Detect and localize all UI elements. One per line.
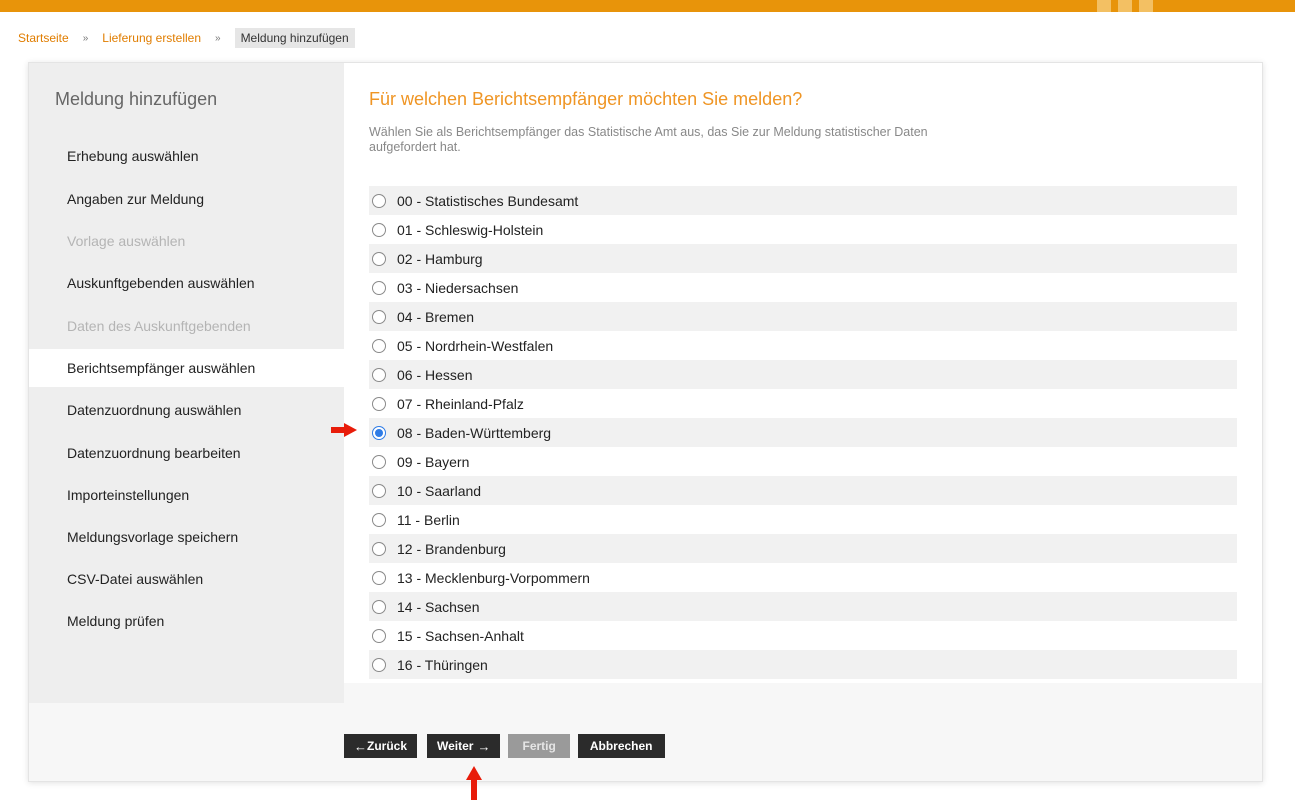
radio-button[interactable]: [372, 454, 386, 469]
sidebar-item-auskunftgebenden[interactable]: Auskunftgebenden auswählen: [29, 264, 344, 302]
radio-button[interactable]: [372, 570, 386, 585]
radio-option-04[interactable]: 04 - Bremen: [369, 302, 1237, 331]
radio-label: 16 - Thüringen: [397, 656, 488, 673]
radio-label: 00 - Statistisches Bundesamt: [397, 192, 579, 209]
radio-label: 03 - Niedersachsen: [397, 279, 519, 296]
radio-button[interactable]: [372, 280, 386, 295]
brand-bar-notch: [1139, 0, 1153, 12]
radio-label: 15 - Sachsen-Anhalt: [397, 627, 524, 644]
radio-option-16[interactable]: 16 - Thüringen: [369, 650, 1237, 679]
radio-button[interactable]: [372, 338, 386, 353]
radio-option-00[interactable]: 00 - Statistisches Bundesamt: [369, 186, 1237, 215]
radio-button[interactable]: [372, 193, 386, 208]
radio-option-02[interactable]: 02 - Hamburg: [369, 244, 1237, 273]
radio-button[interactable]: [372, 367, 386, 382]
page-title: Für welchen Berichtsempfänger möchten Si…: [369, 89, 803, 109]
back-button[interactable]: ← Zurück: [344, 734, 418, 758]
radio-option-06[interactable]: 06 - Hessen: [369, 360, 1237, 389]
radio-label: 10 - Saarland: [397, 482, 482, 499]
radio-label: 06 - Hessen: [397, 366, 473, 383]
radio-button[interactable]: [372, 483, 386, 498]
sidebar-item-daten-auskunftgebenden: Daten des Auskunftgebenden: [67, 318, 251, 334]
breadcrumb-separator: »: [215, 32, 221, 44]
back-button-label: Zurück: [367, 739, 408, 753]
radio-label: 13 - Mecklenburg-Vorpommern: [397, 569, 590, 586]
brand-bar-notch: [1097, 0, 1111, 12]
radio-label: 05 - Nordrhein-Westfalen: [397, 337, 554, 354]
finish-button: Fertig: [508, 734, 570, 758]
radio-button[interactable]: [372, 512, 386, 527]
sidebar-item-angaben[interactable]: Angaben zur Meldung: [29, 180, 344, 218]
sidebar-item-datenzuordnung-bearbeiten[interactable]: Datenzuordnung bearbeiten: [29, 434, 344, 472]
sidebar-item-berichtsempfaenger[interactable]: Berichtsempfänger auswählen: [29, 349, 345, 387]
radio-option-09[interactable]: 09 - Bayern: [369, 447, 1237, 476]
arrow-right-icon: →: [477, 738, 491, 754]
radio-option-05[interactable]: 05 - Nordrhein-Westfalen: [369, 331, 1237, 360]
sidebar-title: Meldung hinzufügen: [55, 89, 218, 109]
radio-label: 02 - Hamburg: [397, 250, 483, 267]
sidebar-item-csv-datei[interactable]: CSV-Datei auswählen: [29, 560, 344, 598]
radio-option-07[interactable]: 07 - Rheinland-Pfalz: [369, 389, 1237, 418]
brand-bar-notch: [1118, 0, 1132, 12]
radio-label: 08 - Baden-Württemberg: [397, 424, 552, 441]
main-content: Für welchen Berichtsempfänger möchten Si…: [344, 63, 1262, 683]
sidebar-item-meldungsvorlage[interactable]: Meldungsvorlage speichern: [29, 518, 344, 556]
breadcrumb-link-startseite[interactable]: Startseite: [18, 31, 69, 45]
sidebar-item-importeinstellungen[interactable]: Importeinstellungen: [29, 476, 344, 514]
radio-button[interactable]: [372, 599, 386, 614]
radio-option-15[interactable]: 15 - Sachsen-Anhalt: [369, 621, 1237, 650]
cancel-button[interactable]: Abbrechen: [577, 734, 665, 758]
radio-label: 11 - Berlin: [397, 511, 460, 528]
breadcrumb: Startseite » Lieferung erstellen » Meldu…: [18, 28, 355, 48]
radio-option-08[interactable]: 08 - Baden-Württemberg: [369, 418, 1237, 447]
radio-option-01[interactable]: 01 - Schleswig-Holstein: [369, 215, 1237, 244]
sidebar-item-erhebung[interactable]: Erhebung auswählen: [29, 137, 344, 175]
radio-option-13[interactable]: 13 - Mecklenburg-Vorpommern: [369, 563, 1237, 592]
breadcrumb-current: Meldung hinzufügen: [234, 28, 355, 48]
next-button[interactable]: Weiter →: [427, 734, 501, 758]
arrow-left-icon: ←: [354, 738, 367, 754]
sidebar-item-meldung-pruefen[interactable]: Meldung prüfen: [29, 602, 344, 640]
radio-button[interactable]: [372, 251, 386, 266]
radio-option-10[interactable]: 10 - Saarland: [369, 476, 1237, 505]
radio-button[interactable]: [372, 628, 386, 643]
radio-button[interactable]: [372, 309, 386, 324]
sidebar-item-datenzuordnung-auswaehlen[interactable]: Datenzuordnung auswählen: [29, 391, 344, 429]
wizard-button-bar: ← Zurück Weiter → Fertig Abbrechen: [344, 734, 673, 758]
radio-label: 14 - Sachsen: [397, 598, 480, 615]
sidebar-item-vorlage: Vorlage auswählen: [67, 233, 186, 249]
radio-button[interactable]: [372, 396, 386, 411]
radio-option-14[interactable]: 14 - Sachsen: [369, 592, 1237, 621]
radio-label: 07 - Rheinland-Pfalz: [397, 395, 524, 412]
radio-option-12[interactable]: 12 - Brandenburg: [369, 534, 1237, 563]
radio-button-selected[interactable]: [372, 425, 386, 440]
radio-label: 04 - Bremen: [397, 308, 475, 325]
page-description: Wählen Sie als Berichtsempfänger das Sta…: [369, 125, 928, 154]
top-brand-bar: [0, 0, 1295, 12]
radio-label: 09 - Bayern: [397, 453, 470, 470]
radio-label: 12 - Brandenburg: [397, 540, 506, 557]
next-button-label: Weiter: [437, 739, 474, 753]
radio-button[interactable]: [372, 222, 386, 237]
breadcrumb-link-lieferung-erstellen[interactable]: Lieferung erstellen: [102, 31, 201, 45]
breadcrumb-separator: »: [82, 32, 89, 44]
radio-button[interactable]: [372, 657, 386, 672]
annotation-arrow-right-icon: [331, 423, 357, 437]
radio-option-11[interactable]: 11 - Berlin: [369, 505, 1237, 534]
annotation-arrow-up-icon: [466, 766, 482, 800]
wizard-sidebar: Meldung hinzufügen Erhebung auswählen An…: [29, 63, 345, 703]
radio-option-03[interactable]: 03 - Niedersachsen: [369, 273, 1237, 302]
radio-button[interactable]: [372, 541, 386, 556]
wizard-card: Meldung hinzufügen Erhebung auswählen An…: [28, 62, 1263, 782]
radio-label: 01 - Schleswig-Holstein: [397, 221, 544, 238]
